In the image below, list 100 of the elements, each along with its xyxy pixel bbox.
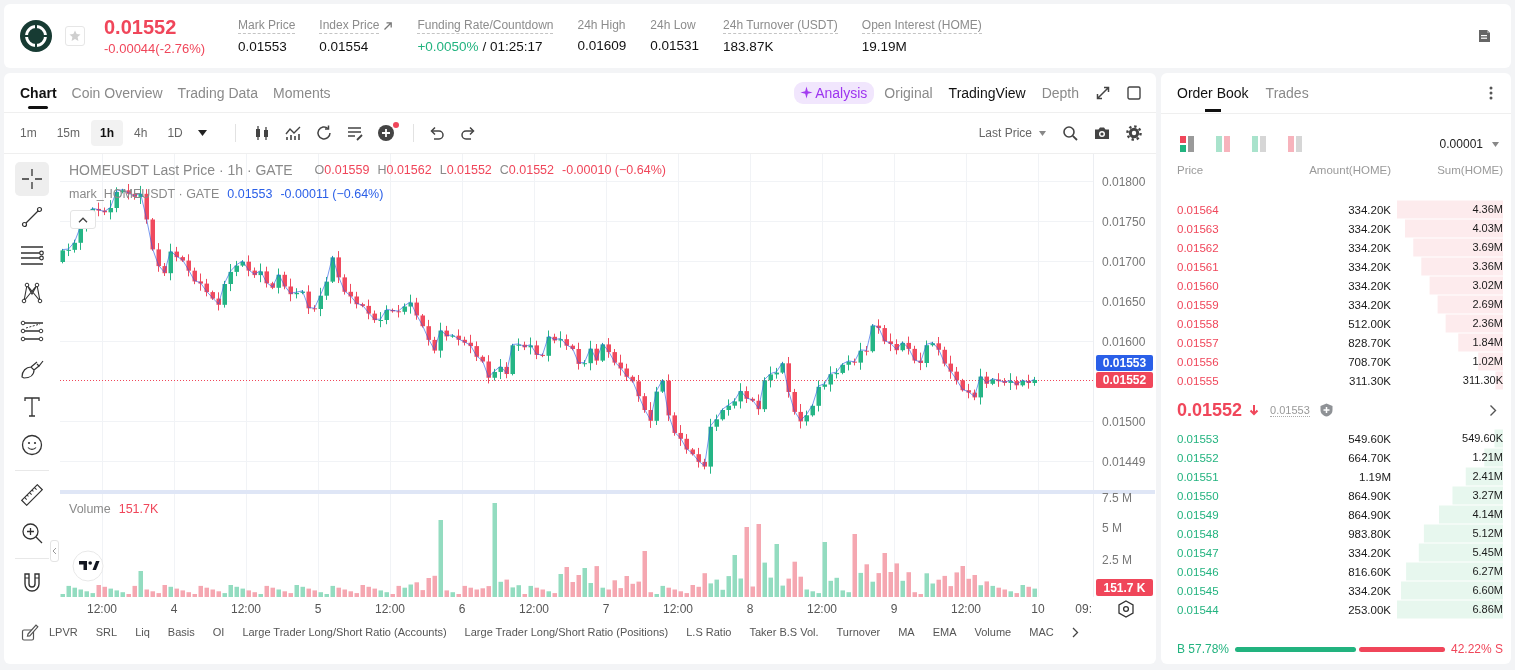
- settings-icon[interactable]: [1126, 125, 1142, 141]
- stat-value: 0.01609: [577, 37, 627, 54]
- crosshair-icon: [21, 168, 43, 190]
- bid-price: 0.01548: [1177, 527, 1219, 540]
- precision-dropdown[interactable]: 0.00001: [1439, 137, 1499, 151]
- indicator-button[interactable]: Turnover: [836, 626, 881, 638]
- volume-value: 151.7K: [118, 501, 159, 517]
- ask-price: 0.01560: [1177, 279, 1219, 292]
- order-amount: 253.00K: [1348, 603, 1391, 616]
- shield-plus-icon[interactable]: [1319, 403, 1333, 417]
- interval-button[interactable]: 4h: [125, 120, 157, 146]
- interval-button[interactable]: 1D: [158, 120, 192, 146]
- order-book-tab[interactable]: Order Book: [1177, 73, 1249, 113]
- indicator-chart-icon[interactable]: [283, 124, 302, 142]
- caret-down-icon: [1039, 130, 1046, 136]
- pencil-box-icon[interactable]: [21, 623, 39, 641]
- bid-price: 0.01551: [1177, 470, 1219, 483]
- chevron-right-icon[interactable]: [1489, 403, 1497, 417]
- time-axis-label: 5: [314, 601, 322, 616]
- price-axis-badge: 0.01552: [1096, 372, 1153, 388]
- settings-icon[interactable]: [1118, 600, 1134, 618]
- ask-price: 0.01555: [1177, 374, 1219, 387]
- indicator-button[interactable]: OI: [212, 626, 225, 638]
- text-tool-icon: [23, 396, 41, 418]
- order-amount: 828.70K: [1348, 336, 1391, 349]
- collapse-legend-button[interactable]: [70, 210, 96, 229]
- collapse-handle[interactable]: [50, 540, 59, 562]
- column-header: Sum(HOME): [1437, 164, 1503, 176]
- ask-price: 0.01559: [1177, 298, 1219, 311]
- order-sum: 1.02M: [1472, 357, 1503, 366]
- depth-bar: [1452, 486, 1503, 505]
- bid-price: 0.01552: [1177, 451, 1219, 464]
- indicator-button[interactable]: EMA: [932, 626, 957, 638]
- list-edit-icon[interactable]: [345, 124, 364, 142]
- square-icon[interactable]: [1127, 85, 1141, 100]
- indicator-button[interactable]: MAC: [1029, 626, 1054, 638]
- expand-icon[interactable]: [1095, 84, 1111, 101]
- chart-tab[interactable]: Moments: [273, 73, 331, 112]
- book-layout-icon[interactable]: [1180, 136, 1194, 152]
- indicator-button[interactable]: Liq: [135, 626, 150, 638]
- indicator-button[interactable]: LPVR: [49, 626, 78, 638]
- pattern-icon: [21, 282, 43, 304]
- more-icon[interactable]: [1489, 86, 1493, 100]
- indicator-button[interactable]: Taker B.S Vol.: [749, 626, 819, 638]
- chevron-right-icon[interactable]: [1071, 626, 1079, 638]
- price-axis-label: 0.01750: [1102, 214, 1146, 229]
- order-sum: 3.02M: [1472, 281, 1503, 290]
- search-icon[interactable]: [1062, 125, 1078, 141]
- caret-down-icon: [1492, 141, 1499, 147]
- order-amount: 334.20K: [1348, 279, 1391, 292]
- bid-price: 0.01544: [1177, 603, 1219, 616]
- indicator-button[interactable]: SRL: [95, 626, 118, 638]
- order-amount: 334.20K: [1348, 298, 1391, 311]
- price-axis-label: 0.01700: [1102, 254, 1146, 269]
- chart-tab[interactable]: Chart: [20, 73, 57, 112]
- external-link-icon[interactable]: [383, 20, 394, 31]
- order-amount: 708.70K: [1348, 355, 1391, 368]
- last-price: 0.01552: [1177, 399, 1243, 421]
- indicator-button[interactable]: Large Trader Long/Short Ratio (Accounts): [242, 626, 447, 638]
- order-book-tab[interactable]: Trades: [1265, 73, 1309, 113]
- chart-view-tab[interactable]: Original: [884, 84, 933, 101]
- ai-analysis-button[interactable]: Analysis: [794, 81, 875, 104]
- logo-icon: [72, 550, 104, 582]
- order-amount: 864.90K: [1348, 508, 1391, 521]
- order-sum: 6.60M: [1472, 586, 1503, 595]
- indicator-button[interactable]: L.S Ratio: [686, 626, 732, 638]
- order-sum: 4.36M: [1472, 205, 1503, 214]
- circular-arrow-icon[interactable]: [314, 124, 333, 142]
- order-sum: 3.69M: [1472, 243, 1503, 252]
- stat-label: 24h Low: [650, 17, 696, 33]
- price-axis-label: 0.01449: [1102, 454, 1146, 469]
- indicator-button[interactable]: Basis: [167, 626, 195, 638]
- indicator-button[interactable]: MA: [898, 626, 915, 638]
- order-sum: 1.84M: [1472, 338, 1503, 347]
- crosshair-tool-button[interactable]: [15, 162, 49, 196]
- add-circle-icon[interactable]: [376, 124, 395, 142]
- caret-down-icon[interactable]: [197, 130, 207, 136]
- order-amount: 983.80K: [1348, 527, 1391, 540]
- time-axis-label: 7: [602, 601, 610, 616]
- ask-price: 0.01557: [1177, 336, 1219, 349]
- chart-tab[interactable]: Coin Overview: [71, 73, 163, 112]
- price-source-dropdown[interactable]: Last Price: [978, 126, 1046, 140]
- notebook-icon[interactable]: [1478, 29, 1491, 43]
- ask-price: 0.01564: [1177, 203, 1219, 216]
- interval-button[interactable]: 1m: [11, 120, 46, 146]
- order-sum: 3.36M: [1472, 262, 1503, 271]
- chart-view-tab[interactable]: TradingView: [948, 84, 1026, 101]
- redo-icon[interactable]: [458, 124, 477, 142]
- stat-value: 19.19M: [861, 38, 908, 55]
- order-sum: 5.12M: [1472, 529, 1503, 538]
- chart-tab[interactable]: Trading Data: [177, 73, 258, 112]
- depth-bar: [1439, 505, 1503, 524]
- interval-button[interactable]: 15m: [47, 120, 89, 146]
- order-sum: 6.27M: [1472, 567, 1503, 576]
- zoom-in-icon: [21, 522, 43, 544]
- bid-price: 0.01550: [1177, 489, 1219, 502]
- interval-button[interactable]: 1h: [91, 120, 124, 146]
- indicator-button[interactable]: Volume: [974, 626, 1012, 638]
- indicator-button[interactable]: Large Trader Long/Short Ratio (Positions): [464, 626, 669, 638]
- camera-icon[interactable]: [1094, 125, 1110, 141]
